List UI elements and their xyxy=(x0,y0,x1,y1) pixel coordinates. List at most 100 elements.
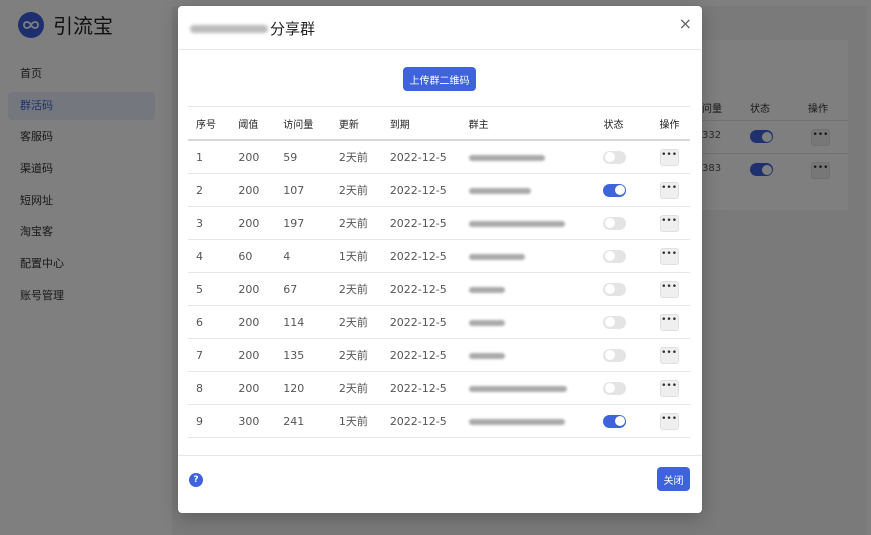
column-header: 操作 xyxy=(651,106,690,141)
modal-title: 分享群 xyxy=(190,18,315,39)
cell-updated: 2天前 xyxy=(330,173,382,207)
cell-threshold: 200 xyxy=(230,338,276,372)
toggle-knob xyxy=(604,317,615,328)
more-actions-button[interactable]: ••• xyxy=(659,148,679,166)
cell-status xyxy=(595,206,652,240)
cell-no: 7 xyxy=(188,338,231,372)
cell-status xyxy=(595,371,652,405)
close-button[interactable]: 关闭 xyxy=(657,467,690,491)
cell-actions: ••• xyxy=(651,338,690,372)
redacted-owner xyxy=(468,220,565,227)
cell-visits: 135 xyxy=(275,338,331,372)
cell-owner xyxy=(460,239,596,273)
cell-no: 3 xyxy=(188,206,231,240)
close-icon[interactable]: × xyxy=(679,14,692,33)
table-row: 7 200 135 2天前 2022-12-5 ••• xyxy=(188,338,690,372)
status-toggle[interactable] xyxy=(603,282,627,296)
cell-actions: ••• xyxy=(651,173,690,207)
more-actions-button[interactable]: ••• xyxy=(659,280,679,298)
cell-visits: 67 xyxy=(275,272,331,306)
upload-qr-button[interactable]: 上传群二维码 xyxy=(403,67,476,91)
status-toggle[interactable] xyxy=(603,381,627,395)
cell-expires: 2022-12-5 xyxy=(381,305,461,339)
cell-actions: ••• xyxy=(651,206,690,240)
redacted-group-name xyxy=(190,24,268,33)
cell-owner xyxy=(460,371,596,405)
table-row: 6 200 114 2天前 2022-12-5 ••• xyxy=(188,305,690,339)
group-table: 序号 阈值 访问量 更新 到期 群主 状态 操作 1 200 59 2天前 2022-12-5 ••• 2… xyxy=(188,106,690,438)
cell-expires: 2022-12-5 xyxy=(381,404,461,438)
cell-status xyxy=(595,239,652,273)
cell-threshold: 60 xyxy=(230,239,276,273)
column-header: 群主 xyxy=(460,106,596,141)
cell-expires: 2022-12-5 xyxy=(381,371,461,405)
cell-visits: 59 xyxy=(275,140,331,174)
more-actions-button[interactable]: ••• xyxy=(659,379,679,397)
status-toggle[interactable] xyxy=(603,348,627,362)
redacted-owner xyxy=(468,154,545,161)
cell-expires: 2022-12-5 xyxy=(381,338,461,372)
more-actions-button[interactable]: ••• xyxy=(659,214,679,232)
cell-visits: 241 xyxy=(275,404,331,438)
cell-threshold: 300 xyxy=(230,404,276,438)
cell-updated: 1天前 xyxy=(330,239,382,273)
more-actions-button[interactable]: ••• xyxy=(659,181,679,199)
status-toggle[interactable] xyxy=(603,414,627,428)
redacted-owner xyxy=(468,418,565,425)
status-toggle[interactable] xyxy=(603,249,627,263)
cell-no: 4 xyxy=(188,239,231,273)
toggle-knob xyxy=(604,383,615,394)
cell-threshold: 200 xyxy=(230,272,276,306)
column-header: 状态 xyxy=(595,106,652,141)
cell-status xyxy=(595,404,652,438)
share-group-modal: 分享群 × 上传群二维码 序号 阈值 访问量 更新 到期 群主 状态 操作 1 200 59 2天前… xyxy=(178,6,702,513)
status-toggle[interactable] xyxy=(603,315,627,329)
cell-updated: 2天前 xyxy=(330,206,382,240)
modal-header: 分享群 × xyxy=(178,6,702,50)
more-actions-button[interactable]: ••• xyxy=(659,313,679,331)
cell-actions: ••• xyxy=(651,272,690,306)
modal-title-text: 分享群 xyxy=(270,20,316,38)
cell-status xyxy=(595,338,652,372)
table-body: 1 200 59 2天前 2022-12-5 ••• 2 200 107 2天前 2022-12-5… xyxy=(188,140,690,438)
column-header: 阈值 xyxy=(230,106,276,141)
cell-updated: 2天前 xyxy=(330,140,382,174)
cell-expires: 2022-12-5 xyxy=(381,206,461,240)
more-actions-button[interactable]: ••• xyxy=(659,412,679,430)
column-header: 序号 xyxy=(188,106,231,141)
column-header: 到期 xyxy=(381,106,461,141)
cell-owner xyxy=(460,206,596,240)
cell-threshold: 200 xyxy=(230,173,276,207)
status-toggle[interactable] xyxy=(603,183,627,197)
toggle-knob xyxy=(604,350,615,361)
table-row: 8 200 120 2天前 2022-12-5 ••• xyxy=(188,371,690,405)
help-icon[interactable]: ? xyxy=(189,473,203,487)
more-actions-button[interactable]: ••• xyxy=(659,346,679,364)
toggle-knob xyxy=(604,218,615,229)
cell-visits: 114 xyxy=(275,305,331,339)
cell-actions: ••• xyxy=(651,305,690,339)
cell-no: 8 xyxy=(188,371,231,405)
cell-expires: 2022-12-5 xyxy=(381,140,461,174)
redacted-owner xyxy=(468,352,505,359)
cell-status xyxy=(595,305,652,339)
table-row: 3 200 197 2天前 2022-12-5 ••• xyxy=(188,206,690,240)
cell-actions: ••• xyxy=(651,371,690,405)
cell-updated: 2天前 xyxy=(330,371,382,405)
cell-owner xyxy=(460,140,596,174)
redacted-owner xyxy=(468,253,525,260)
cell-updated: 2天前 xyxy=(330,305,382,339)
more-actions-button[interactable]: ••• xyxy=(659,247,679,265)
redacted-owner xyxy=(468,187,531,194)
table-row: 9 300 241 1天前 2022-12-5 ••• xyxy=(188,404,690,438)
cell-no: 9 xyxy=(188,404,231,438)
status-toggle[interactable] xyxy=(603,150,627,164)
column-header: 更新 xyxy=(330,106,382,141)
cell-owner xyxy=(460,338,596,372)
table-row: 2 200 107 2天前 2022-12-5 ••• xyxy=(188,173,690,207)
redacted-owner xyxy=(468,385,567,392)
table-row: 5 200 67 2天前 2022-12-5 ••• xyxy=(188,272,690,306)
cell-status xyxy=(595,140,652,174)
cell-no: 2 xyxy=(188,173,231,207)
status-toggle[interactable] xyxy=(603,216,627,230)
